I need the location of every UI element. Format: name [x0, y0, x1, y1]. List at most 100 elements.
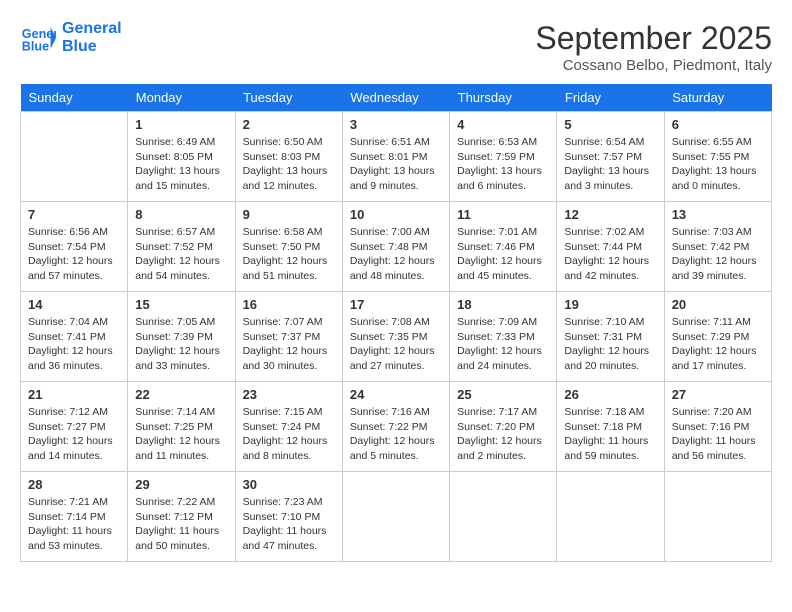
logo-text-1: General [62, 20, 122, 38]
cell-content: Sunrise: 7:21 AM Sunset: 7:14 PM Dayligh… [28, 495, 120, 554]
day-number: 13 [672, 207, 764, 222]
day-cell-30: 30 Sunrise: 7:23 AM Sunset: 7:10 PM Dayli… [235, 472, 342, 562]
cell-content: Sunrise: 7:00 AM Sunset: 7:48 PM Dayligh… [350, 225, 442, 284]
day-number: 7 [28, 207, 120, 222]
day-cell-13: 13 Sunrise: 7:03 AM Sunset: 7:42 PM Dayli… [664, 202, 771, 292]
cell-content: Sunrise: 6:49 AM Sunset: 8:05 PM Dayligh… [135, 135, 227, 194]
empty-cell [342, 472, 449, 562]
cell-content: Sunrise: 6:58 AM Sunset: 7:50 PM Dayligh… [243, 225, 335, 284]
day-cell-8: 8 Sunrise: 6:57 AM Sunset: 7:52 PM Daylig… [128, 202, 235, 292]
cell-content: Sunrise: 7:16 AM Sunset: 7:22 PM Dayligh… [350, 405, 442, 464]
calendar-header-row: SundayMondayTuesdayWednesdayThursdayFrid… [21, 84, 772, 112]
day-cell-15: 15 Sunrise: 7:05 AM Sunset: 7:39 PM Dayli… [128, 292, 235, 382]
day-cell-19: 19Sunrise: 7:10 AM Sunset: 7:31 PM Dayli… [557, 292, 664, 382]
day-cell-12: 12 Sunrise: 7:02 AM Sunset: 7:44 PM Dayli… [557, 202, 664, 292]
cell-content: Sunrise: 7:02 AM Sunset: 7:44 PM Dayligh… [564, 225, 656, 284]
day-cell-1: 1 Sunrise: 6:49 AM Sunset: 8:05 PM Daylig… [128, 112, 235, 202]
day-cell-7: 7 Sunrise: 6:56 AM Sunset: 7:54 PM Daylig… [21, 202, 128, 292]
day-cell-6: 6 Sunrise: 6:55 AM Sunset: 7:55 PM Daylig… [664, 112, 771, 202]
cell-content: Sunrise: 7:12 AM Sunset: 7:27 PM Dayligh… [28, 405, 120, 464]
svg-text:Blue: Blue [22, 40, 49, 54]
header-wednesday: Wednesday [342, 84, 449, 112]
day-cell-28: 28 Sunrise: 7:21 AM Sunset: 7:14 PM Dayli… [21, 472, 128, 562]
day-number: 24 [350, 387, 442, 402]
day-cell-16: 16Sunrise: 7:07 AM Sunset: 7:37 PM Dayli… [235, 292, 342, 382]
day-number: 27 [672, 387, 764, 402]
cell-content: Sunrise: 6:56 AM Sunset: 7:54 PM Dayligh… [28, 225, 120, 284]
header-sunday: Sunday [21, 84, 128, 112]
cell-content: Sunrise: 6:53 AM Sunset: 7:59 PM Dayligh… [457, 135, 549, 194]
week-row-1: 1 Sunrise: 6:49 AM Sunset: 8:05 PM Daylig… [21, 112, 772, 202]
month-title: September 2025 [535, 20, 772, 57]
cell-content: Sunrise: 7:23 AM Sunset: 7:10 PM Dayligh… [243, 495, 335, 554]
empty-cell [557, 472, 664, 562]
day-number: 14 [28, 297, 120, 312]
cell-content: Sunrise: 6:50 AM Sunset: 8:03 PM Dayligh… [243, 135, 335, 194]
day-cell-21: 21Sunrise: 7:12 AM Sunset: 7:27 PM Dayli… [21, 382, 128, 472]
header-thursday: Thursday [450, 84, 557, 112]
day-number: 28 [28, 477, 120, 492]
day-cell-22: 22Sunrise: 7:14 AM Sunset: 7:25 PM Dayli… [128, 382, 235, 472]
day-number: 6 [672, 117, 764, 132]
location: Cossano Belbo, Piedmont, Italy [535, 57, 772, 74]
day-number: 22 [135, 387, 227, 402]
week-row-2: 7 Sunrise: 6:56 AM Sunset: 7:54 PM Daylig… [21, 202, 772, 292]
day-cell-23: 23 Sunrise: 7:15 AM Sunset: 7:24 PM Dayli… [235, 382, 342, 472]
cell-content: Sunrise: 7:17 AM Sunset: 7:20 PM Dayligh… [457, 405, 549, 464]
cell-content: Sunrise: 7:15 AM Sunset: 7:24 PM Dayligh… [243, 405, 335, 464]
cell-content: Sunrise: 7:22 AM Sunset: 7:12 PM Dayligh… [135, 495, 227, 554]
day-cell-25: 25 Sunrise: 7:17 AM Sunset: 7:20 PM Dayli… [450, 382, 557, 472]
day-number: 29 [135, 477, 227, 492]
day-number: 20 [672, 297, 764, 312]
day-number: 26 [564, 387, 656, 402]
day-number: 9 [243, 207, 335, 222]
day-number: 25 [457, 387, 549, 402]
day-number: 3 [350, 117, 442, 132]
day-number: 10 [350, 207, 442, 222]
cell-content: Sunrise: 7:09 AM Sunset: 7:33 PM Dayligh… [457, 315, 549, 374]
day-cell-29: 29 Sunrise: 7:22 AM Sunset: 7:12 PM Dayli… [128, 472, 235, 562]
empty-cell [450, 472, 557, 562]
day-number: 2 [243, 117, 335, 132]
title-block: September 2025 Cossano Belbo, Piedmont, … [535, 20, 772, 74]
cell-content: Sunrise: 7:08 AM Sunset: 7:35 PM Dayligh… [350, 315, 442, 374]
header-saturday: Saturday [664, 84, 771, 112]
day-number: 8 [135, 207, 227, 222]
day-cell-20: 20Sunrise: 7:11 AM Sunset: 7:29 PM Dayli… [664, 292, 771, 382]
day-number: 23 [243, 387, 335, 402]
cell-content: Sunrise: 7:10 AM Sunset: 7:31 PM Dayligh… [564, 315, 656, 374]
day-number: 30 [243, 477, 335, 492]
cell-content: Sunrise: 6:57 AM Sunset: 7:52 PM Dayligh… [135, 225, 227, 284]
empty-cell [664, 472, 771, 562]
week-row-3: 14 Sunrise: 7:04 AM Sunset: 7:41 PM Dayli… [21, 292, 772, 382]
day-number: 18 [457, 297, 549, 312]
cell-content: Sunrise: 6:54 AM Sunset: 7:57 PM Dayligh… [564, 135, 656, 194]
cell-content: Sunrise: 7:03 AM Sunset: 7:42 PM Dayligh… [672, 225, 764, 284]
page-header: General Blue General Blue September 2025… [20, 20, 772, 74]
logo-icon: General Blue [20, 20, 56, 56]
day-cell-27: 27 Sunrise: 7:20 AM Sunset: 7:16 PM Dayli… [664, 382, 771, 472]
day-number: 16 [243, 297, 335, 312]
day-cell-11: 11Sunrise: 7:01 AM Sunset: 7:46 PM Dayli… [450, 202, 557, 292]
day-number: 15 [135, 297, 227, 312]
day-cell-17: 17 Sunrise: 7:08 AM Sunset: 7:35 PM Dayli… [342, 292, 449, 382]
day-cell-10: 10 Sunrise: 7:00 AM Sunset: 7:48 PM Dayli… [342, 202, 449, 292]
day-cell-26: 26 Sunrise: 7:18 AM Sunset: 7:18 PM Dayli… [557, 382, 664, 472]
day-number: 17 [350, 297, 442, 312]
day-cell-9: 9 Sunrise: 6:58 AM Sunset: 7:50 PM Daylig… [235, 202, 342, 292]
logo: General Blue General Blue [20, 20, 122, 56]
cell-content: Sunrise: 6:55 AM Sunset: 7:55 PM Dayligh… [672, 135, 764, 194]
cell-content: Sunrise: 6:51 AM Sunset: 8:01 PM Dayligh… [350, 135, 442, 194]
cell-content: Sunrise: 7:20 AM Sunset: 7:16 PM Dayligh… [672, 405, 764, 464]
logo-text-2: Blue [62, 38, 122, 56]
cell-content: Sunrise: 7:18 AM Sunset: 7:18 PM Dayligh… [564, 405, 656, 464]
day-number: 1 [135, 117, 227, 132]
day-cell-3: 3 Sunrise: 6:51 AM Sunset: 8:01 PM Daylig… [342, 112, 449, 202]
empty-cell [21, 112, 128, 202]
cell-content: Sunrise: 7:04 AM Sunset: 7:41 PM Dayligh… [28, 315, 120, 374]
week-row-4: 21Sunrise: 7:12 AM Sunset: 7:27 PM Dayli… [21, 382, 772, 472]
day-number: 12 [564, 207, 656, 222]
cell-content: Sunrise: 7:05 AM Sunset: 7:39 PM Dayligh… [135, 315, 227, 374]
day-cell-14: 14 Sunrise: 7:04 AM Sunset: 7:41 PM Dayli… [21, 292, 128, 382]
day-number: 4 [457, 117, 549, 132]
